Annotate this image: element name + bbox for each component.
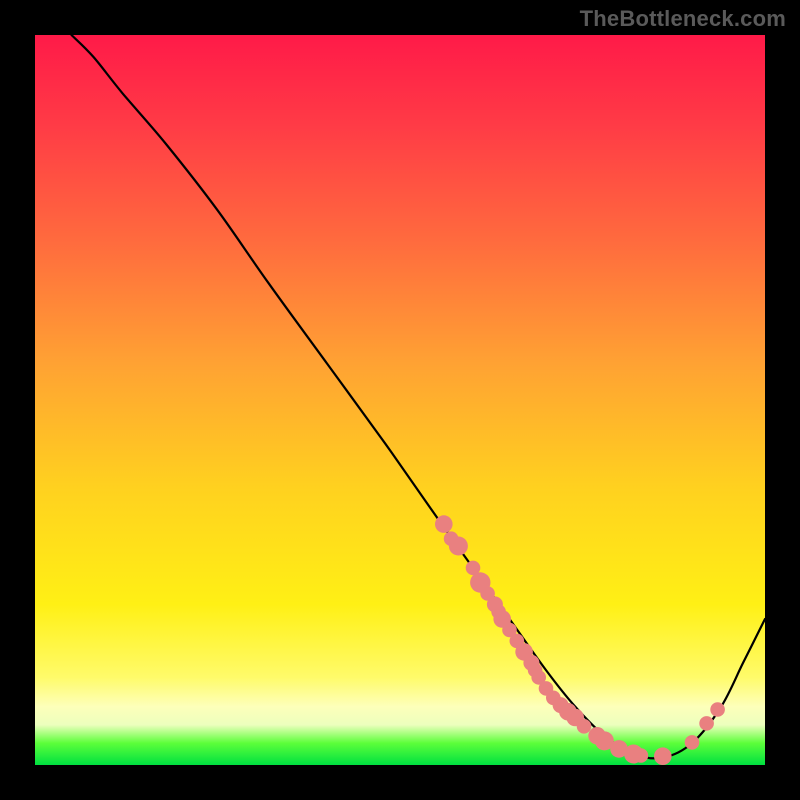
data-marker (654, 747, 672, 765)
data-marker (634, 748, 649, 763)
watermark-text: TheBottleneck.com (580, 6, 786, 32)
chart-frame: TheBottleneck.com (0, 0, 800, 800)
data-marker (699, 716, 714, 731)
plot-area (35, 35, 765, 765)
bottleneck-curve (72, 35, 766, 758)
curve-svg (35, 35, 765, 765)
marker-layer (435, 515, 725, 765)
data-marker (435, 515, 453, 533)
data-marker (710, 702, 725, 717)
data-marker (577, 719, 592, 734)
data-marker (449, 537, 468, 556)
data-marker (685, 735, 700, 750)
